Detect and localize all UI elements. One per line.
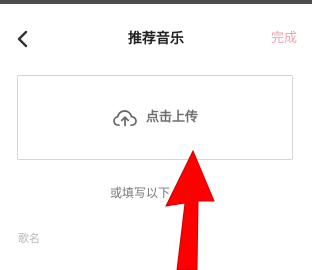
upload-content: 点击上传 bbox=[112, 108, 198, 128]
done-button[interactable]: 完成 bbox=[271, 29, 297, 49]
back-button[interactable] bbox=[11, 27, 33, 51]
navigation-bar: 推荐音乐 完成 bbox=[0, 14, 312, 64]
page-title: 推荐音乐 bbox=[128, 31, 184, 47]
alternative-fill-text: 或填写以下 bbox=[110, 186, 171, 200]
chevron-left-icon bbox=[17, 30, 28, 48]
recommend-music-screen: 推荐音乐 完成 点击上传 或填写以下 歌名 bbox=[0, 0, 312, 270]
upload-label: 点击上传 bbox=[145, 109, 198, 125]
song-name-label: 歌名 bbox=[18, 232, 40, 245]
top-border bbox=[0, 0, 312, 4]
cloud-upload-icon bbox=[113, 109, 137, 126]
upload-area[interactable]: 点击上传 bbox=[17, 75, 293, 160]
